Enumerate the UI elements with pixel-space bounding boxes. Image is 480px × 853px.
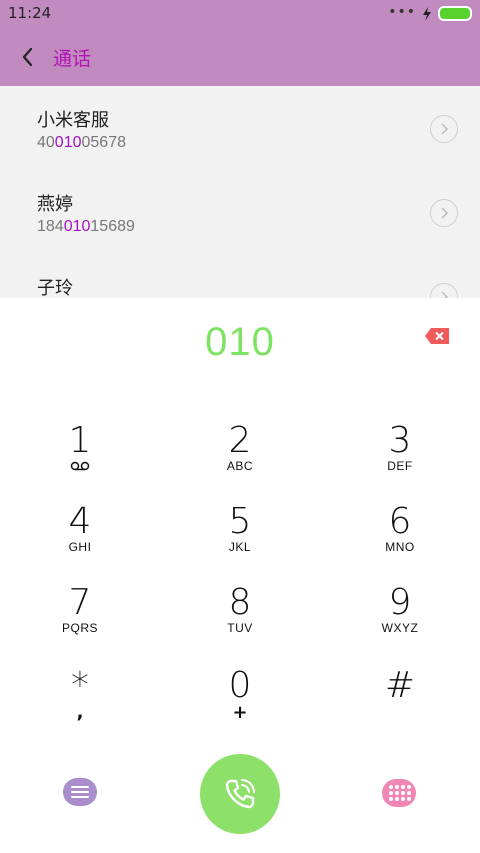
app-header: 通话 <box>0 28 480 86</box>
call-button[interactable] <box>200 754 280 834</box>
contact-number: 4001005678 <box>37 134 126 152</box>
back-button[interactable] <box>18 44 40 70</box>
contact-results-list: 小米客服 4001005678 燕婷 18401015689 子玲 <box>0 86 480 298</box>
dialer-panel: 010 1 2 ABC 3 DEF 4 GHI 5 JKL 6 MNO 7 PQ… <box>0 298 480 853</box>
key-letters: JKL <box>228 540 252 554</box>
page-title: 通话 <box>53 48 92 70</box>
menu-button[interactable] <box>63 778 97 806</box>
key-letters: PQRS <box>61 621 98 635</box>
backspace-icon[interactable] <box>424 327 450 345</box>
battery-icon <box>438 6 472 21</box>
key-digit: 8 <box>228 582 252 623</box>
chevron-left-icon <box>22 47 33 67</box>
key-letters: DEF <box>387 459 413 473</box>
key-7[interactable]: 7 PQRS <box>20 583 140 653</box>
key-5[interactable]: 5 JKL <box>180 502 300 572</box>
number-match: 010 <box>54 134 82 151</box>
key-letters: + <box>232 702 248 723</box>
list-item[interactable]: 燕婷 18401015689 <box>0 170 480 254</box>
menu-icon <box>71 791 89 793</box>
key-0[interactable]: 0 + <box>180 666 300 736</box>
key-digit: 5 <box>228 501 252 542</box>
number-match: 010 <box>63 218 91 235</box>
key-digit: 1 <box>68 420 92 461</box>
number-suffix: 05678 <box>81 134 127 151</box>
key-star[interactable]: * , <box>20 666 140 736</box>
key-digit: # <box>384 665 416 706</box>
key-digit: 7 <box>68 582 92 623</box>
menu-icon <box>71 796 89 798</box>
key-letters: TUV <box>227 621 253 635</box>
key-9[interactable]: 9 WXYZ <box>340 583 460 653</box>
key-2[interactable]: 2 ABC <box>180 421 300 491</box>
key-letters: MNO <box>385 540 415 554</box>
key-digit: 3 <box>388 420 412 461</box>
list-item[interactable]: 子玲 <box>0 254 480 298</box>
key-1[interactable]: 1 <box>20 421 140 491</box>
keypad-toggle-button[interactable] <box>382 779 416 807</box>
voicemail-icon <box>70 461 90 471</box>
key-3[interactable]: 3 DEF <box>340 421 460 491</box>
number-prefix: 40 <box>37 134 55 151</box>
status-bar: 11:24 ••• <box>0 0 480 28</box>
key-digit: 2 <box>228 420 252 461</box>
key-digit: 4 <box>68 501 92 542</box>
key-digit: 6 <box>388 501 412 542</box>
key-letters: WXYZ <box>381 621 419 635</box>
key-6[interactable]: 6 MNO <box>340 502 460 572</box>
contact-name: 燕婷 <box>37 194 73 215</box>
key-digit: 0 <box>228 665 252 706</box>
list-item[interactable]: 小米客服 4001005678 <box>0 86 480 170</box>
key-letters: , <box>76 702 84 723</box>
contact-detail-button[interactable] <box>430 283 458 298</box>
status-icons: ••• <box>388 3 472 21</box>
chevron-right-icon <box>441 291 449 298</box>
chevron-right-icon <box>441 123 449 135</box>
key-4[interactable]: 4 GHI <box>20 502 140 572</box>
contact-number: 18401015689 <box>37 218 135 236</box>
menu-icon <box>71 786 89 788</box>
charging-bolt-icon <box>423 6 431 21</box>
contact-detail-button[interactable] <box>430 199 458 227</box>
dial-number-display: 010 <box>205 320 275 364</box>
chevron-right-icon <box>441 207 449 219</box>
key-digit: 9 <box>388 582 412 623</box>
key-hash[interactable]: # <box>340 666 460 736</box>
key-8[interactable]: 8 TUV <box>180 583 300 653</box>
number-prefix: 184 <box>37 218 64 235</box>
contact-detail-button[interactable] <box>430 115 458 143</box>
key-digit: * <box>71 665 89 706</box>
contact-name: 子玲 <box>37 278 73 298</box>
more-dots-icon: ••• <box>388 3 416 20</box>
number-suffix: 15689 <box>90 218 135 235</box>
contact-name: 小米客服 <box>37 110 109 131</box>
key-letters: GHI <box>68 540 92 554</box>
key-letters: ABC <box>226 459 254 473</box>
phone-icon <box>225 779 255 809</box>
status-time: 11:24 <box>8 4 52 22</box>
